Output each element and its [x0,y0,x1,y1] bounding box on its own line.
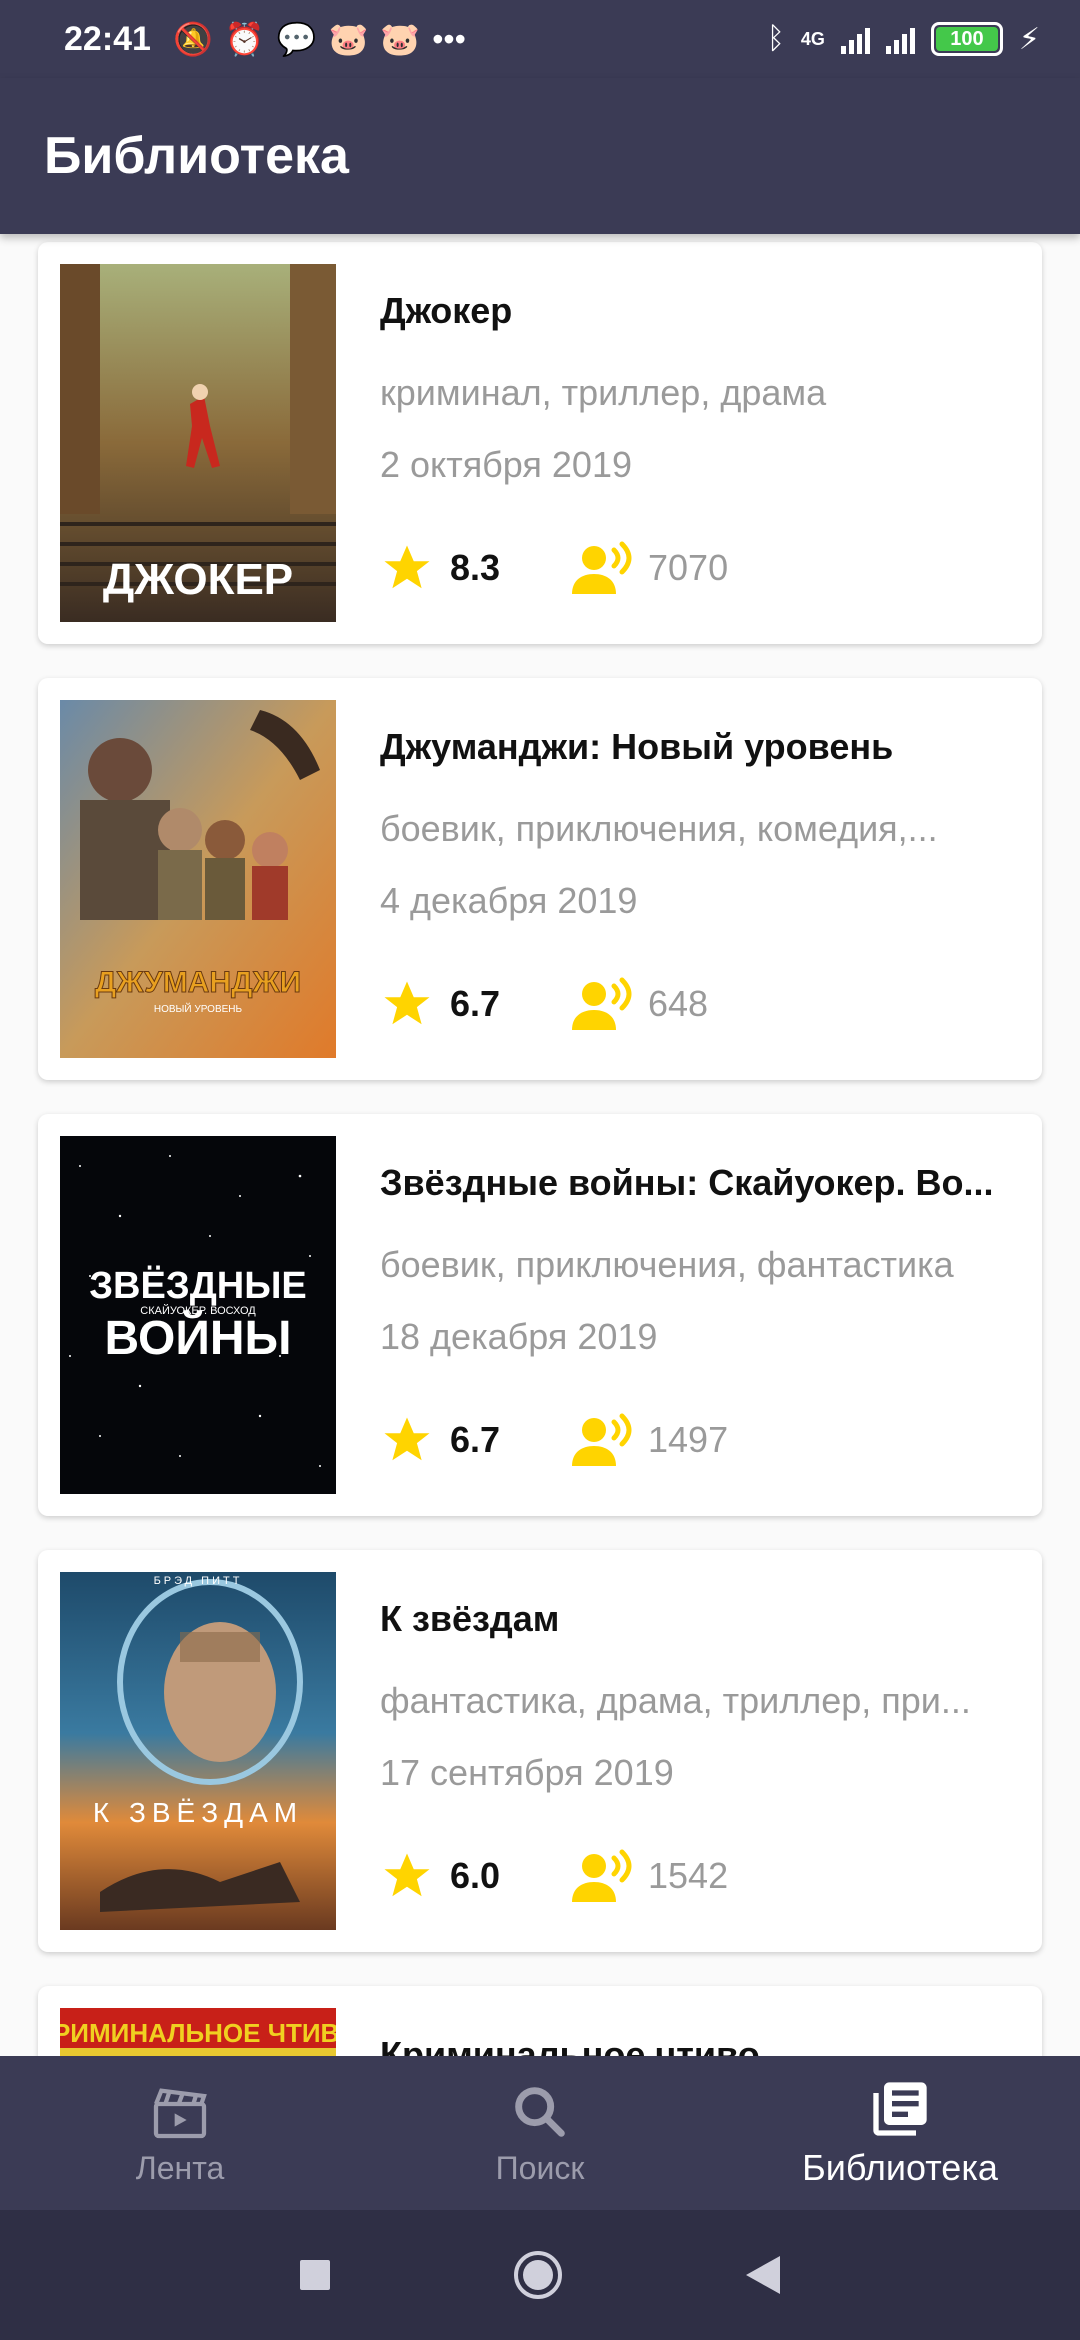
movie-votes: 7070 [648,547,729,588]
nav-item-feed[interactable]: Лента [0,2056,360,2210]
star-icon [384,1417,430,1461]
more-icon: ••• [432,20,466,57]
nav-item-search[interactable]: Поиск [360,2056,720,2210]
library-icon [873,2082,927,2136]
voters-icon [572,1849,632,1902]
movie-release-date: 4 декабря 2019 [380,880,638,921]
movie-info: Криминальное чтиво [380,2034,1020,2056]
bottom-navigation: Лента Поиск Библиотека [0,2056,1080,2210]
star-icon [384,1853,430,1897]
movie-info: Звёздные войны: Скайуокер. Во... боевик,… [380,1162,1020,1468]
movie-info: Джуманджи: Новый уровень боевик, приключ… [380,726,1020,1032]
battery-icon: 100 [930,22,1003,56]
poster-title: ДЖУМАНДЖИ [95,966,301,999]
movie-rating: 6.0 [450,1855,501,1896]
poster-title: К ЗВЁЗДАМ [93,1797,303,1828]
alarm-icon: ⏰ [224,21,265,57]
movie-rating: 6.7 [450,1419,501,1460]
voters-icon [572,541,632,594]
status-bar: 22:41 🔕 ⏰ 💬 🐷 🐷 ••• ᛒ 4G 100 ⚡ [0,0,1080,78]
voters-icon [572,977,632,1030]
movie-stats: 6.7 1497 [380,1412,1020,1468]
nav-label: Поиск [495,2149,585,2186]
movie-stats: 6.7 648 [380,976,1020,1032]
poster-title: ВОЙНЫ [105,1310,292,1365]
movie-card[interactable]: КРИМИНАЛЬНОЕ ЧТИВО Криминальное чтиво [38,1986,1042,2056]
movie-info: К звёздам фантастика, драма, триллер, пр… [380,1598,1020,1904]
movie-title: Джокер [380,290,513,331]
poster-top-text: БРЭД ПИТТ [154,1575,243,1587]
nav-label: Библиотека [802,2147,998,2188]
movie-card[interactable]: ДЖОКЕР Джокер криминал, триллер, драма 2… [38,242,1042,644]
charging-icon: ⚡ [1018,22,1040,56]
movie-rating: 8.3 [450,547,501,588]
mute-icon: 🔕 [172,21,213,57]
movie-genres: фантастика, драма, триллер, при... [380,1680,971,1721]
movie-poster: ДЖУМАНДЖИ НОВЫЙ УРОВЕНЬ [60,700,336,1058]
movie-title: Криминальное чтиво [380,2034,760,2056]
movie-votes: 1497 [648,1419,729,1460]
search-icon [515,2086,565,2137]
movie-votes: 1542 [648,1855,729,1896]
star-icon [384,545,430,589]
movie-rating: 6.7 [450,983,501,1024]
notification-icons: 🔕 ⏰ 💬 🐷 🐷 ••• [173,20,466,58]
movie-card[interactable]: БРЭД ПИТТ К ЗВЁЗДАМ К звёздам фантастика… [38,1550,1042,1952]
poster-subtitle: НОВЫЙ УРОВЕНЬ [154,1002,243,1015]
nav-label: Лента [135,2149,225,2186]
movie-genres: боевик, приключения, комедия,... [380,808,938,849]
back-button[interactable] [744,2254,782,2296]
network-type: 4G [800,28,825,49]
movie-card[interactable]: ЗВЁЗДНЫЕ СКАЙУОКЕР. ВОСХОД ВОЙНЫ Звёздны… [38,1114,1042,1516]
poster-title: ЗВЁЗДНЫЕ [89,1264,307,1307]
message-icon: 💬 [276,21,317,57]
movie-title: К звёздам [380,1598,560,1639]
movie-stats: 8.3 7070 [380,540,1020,596]
recents-button[interactable] [298,2258,332,2292]
movie-poster: КРИМИНАЛЬНОЕ ЧТИВО [60,2008,336,2056]
star-icon [384,981,430,1025]
poster-title: ДЖОКЕР [103,555,293,604]
movie-votes: 648 [648,983,709,1024]
movie-poster: БРЭД ПИТТ К ЗВЁЗДАМ [60,1572,336,1930]
status-time: 22:41 [64,19,151,58]
movie-release-date: 17 сентября 2019 [380,1752,674,1793]
movie-poster: ДЖОКЕР [60,264,336,622]
movie-poster: ЗВЁЗДНЫЕ СКАЙУОКЕР. ВОСХОД ВОЙНЫ [60,1136,336,1494]
app-icon: 🐷 [380,21,421,57]
battery-level: 100 [935,27,998,51]
clapperboard-icon [153,2087,207,2138]
movie-genres: боевик, приключения, фантастика [380,1244,954,1285]
movie-release-date: 2 октября 2019 [380,444,632,485]
movie-genres: криминал, триллер, драма [380,372,827,413]
movie-list[interactable]: ДЖОКЕР Джокер криминал, триллер, драма 2… [0,234,1080,2056]
movie-info: Джокер криминал, триллер, драма 2 октябр… [380,290,1020,596]
movie-title: Джуманджи: Новый уровень [380,726,894,767]
bluetooth-icon: ᛒ [766,22,785,55]
signal-icon [885,24,915,54]
signal-icon [840,24,870,54]
nav-item-library[interactable]: Библиотека [720,2056,1080,2210]
movie-title: Звёздные войны: Скайуокер. Во... [380,1162,994,1203]
app-bar: Библиотека [0,78,1080,234]
home-button[interactable] [512,2249,564,2301]
movie-stats: 6.0 1542 [380,1848,1020,1904]
page-title: Библиотека [44,127,349,185]
system-navigation-bar [0,2210,1080,2340]
movie-card[interactable]: ДЖУМАНДЖИ НОВЫЙ УРОВЕНЬ Джуманджи: Новый… [38,678,1042,1080]
poster-title: КРИМИНАЛЬНОЕ ЧТИВО [60,2018,336,2048]
movie-release-date: 18 декабря 2019 [380,1316,658,1357]
voters-icon [572,1413,632,1466]
app-icon: 🐷 [328,21,369,57]
